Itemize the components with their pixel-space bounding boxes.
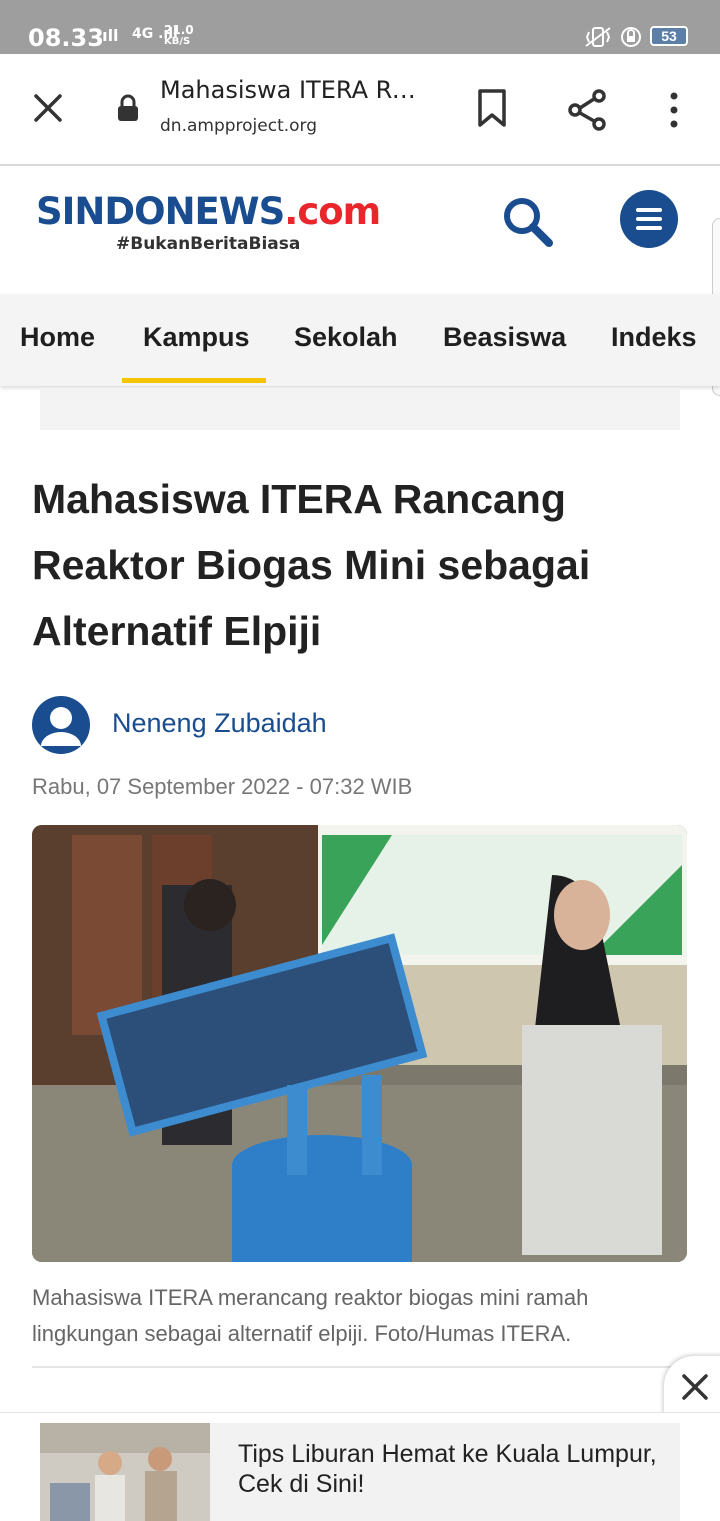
divider	[32, 1366, 672, 1368]
close-icon	[34, 94, 62, 122]
author-name[interactable]: Neneng Zubaidah	[112, 708, 327, 739]
ad-banner[interactable]: Tips Liburan Hemat ke Kuala Lumpur, Cek …	[0, 1412, 720, 1521]
photo-illustration	[32, 825, 687, 1262]
lock-icon	[115, 94, 141, 127]
article-headline: Mahasiswa ITERA Rancang Reaktor Biogas M…	[32, 476, 591, 654]
share-button[interactable]	[566, 88, 610, 137]
search-icon	[504, 198, 553, 247]
ad-slot	[40, 388, 680, 430]
search-button[interactable]	[500, 194, 556, 255]
status-time: 08.33	[28, 24, 104, 52]
bookmark-button[interactable]	[474, 88, 510, 133]
battery-indicator: 53	[650, 26, 688, 46]
tab-sekolah[interactable]: Sekolah	[294, 322, 398, 353]
bookmark-icon	[478, 89, 506, 127]
ad-image[interactable]	[40, 1423, 210, 1521]
ad-close-button[interactable]	[664, 1356, 720, 1416]
site-header: SINDONEWS.com #BukanBeritaBiasa	[0, 166, 720, 294]
user-icon	[41, 707, 81, 746]
page-title: Mahasiswa ITERA Ranc...	[160, 76, 430, 104]
publish-date: Rabu, 07 September 2022 - 07:32 WIB	[32, 774, 413, 799]
network-speed: 21.0 KB/S	[164, 23, 194, 47]
tab-beasiswa[interactable]: Beasiswa	[443, 322, 566, 353]
site-logo[interactable]: SINDONEWS.com	[36, 190, 381, 233]
photo-caption: Mahasiswa ITERA merancang reaktor biogas…	[32, 1285, 589, 1346]
tab-home[interactable]: Home	[20, 322, 95, 353]
article-photo[interactable]	[32, 825, 687, 1262]
close-button[interactable]	[28, 88, 68, 128]
ad-headline[interactable]: Tips Liburan Hemat ke Kuala Lumpur, Cek …	[238, 1439, 658, 1499]
category-nav: Home Kampus Sekolah Beasiswa Indeks	[0, 294, 720, 386]
more-vert-icon	[670, 92, 678, 128]
status-bar: 08.33 .ıll 4G .ıll 21.0 KB/S 53	[0, 0, 720, 54]
tab-indeks[interactable]: Indeks	[611, 322, 697, 353]
signal-icon: .ıll	[96, 26, 119, 45]
active-tab-indicator	[122, 378, 266, 383]
menu-button[interactable]	[620, 190, 678, 248]
site-tagline: #BukanBeritaBiasa	[116, 234, 301, 254]
page-url: dn.ampproject.org	[160, 116, 318, 136]
ad-close-icon	[682, 1374, 708, 1400]
share-icon	[568, 89, 606, 131]
alarm-icon	[620, 26, 642, 54]
tab-kampus[interactable]: Kampus	[143, 322, 250, 353]
more-options-button[interactable]	[660, 90, 688, 135]
vibrate-icon	[584, 26, 612, 54]
browser-toolbar: Mahasiswa ITERA Ranc... dn.ampproject.or…	[0, 54, 720, 166]
author-avatar[interactable]	[32, 696, 90, 754]
